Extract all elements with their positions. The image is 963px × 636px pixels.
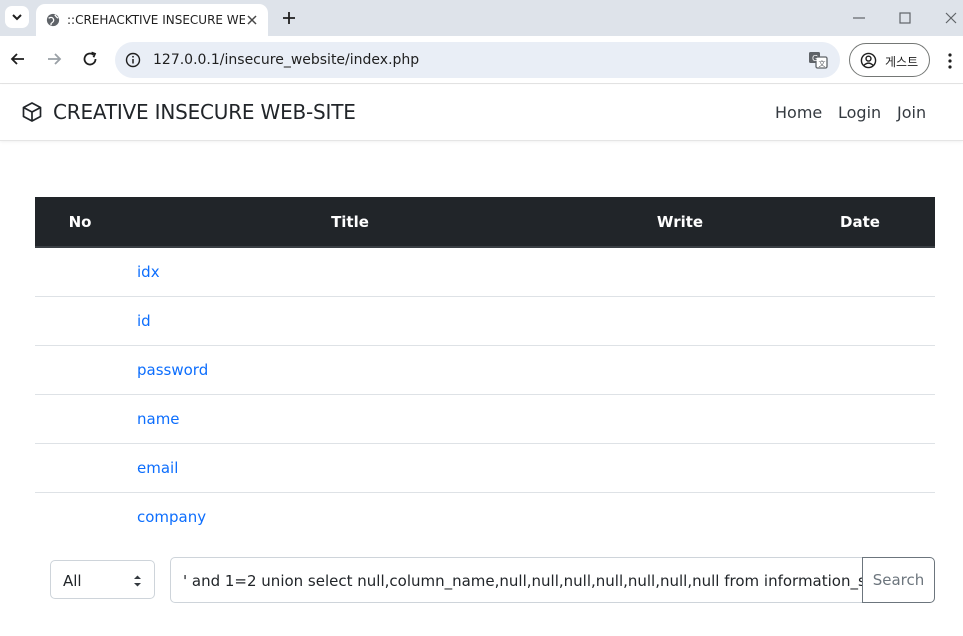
browser-toolbar: 127.0.0.1/insecure_website/index.php G文 … — [0, 36, 963, 84]
cell-date — [785, 492, 935, 541]
back-arrow-icon[interactable] — [9, 50, 27, 68]
table-row: company — [35, 492, 935, 541]
cell-write — [575, 443, 785, 493]
address-bar[interactable]: 127.0.0.1/insecure_website/index.php G文 — [115, 42, 840, 78]
cell-date — [785, 345, 935, 395]
globe-icon — [46, 13, 60, 27]
close-icon[interactable] — [244, 12, 260, 28]
post-title-link[interactable]: company — [137, 508, 206, 526]
more-menu-icon[interactable] — [946, 52, 954, 70]
browser-tab-active[interactable]: ::CREHACKTIVE INSECURE WEB — [36, 4, 268, 36]
search-category-select[interactable]: All — [50, 560, 155, 599]
site-info-icon[interactable] — [125, 52, 141, 68]
column-header-title: Title — [125, 197, 575, 248]
post-title-link[interactable]: email — [137, 459, 178, 477]
post-title-link[interactable]: password — [137, 361, 208, 379]
cell-no — [35, 247, 125, 297]
post-title-link[interactable]: idx — [137, 263, 160, 281]
nav-home-link[interactable]: Home — [775, 103, 822, 122]
table-row: id — [35, 296, 935, 346]
cell-write — [575, 296, 785, 346]
plus-icon[interactable] — [279, 8, 299, 28]
site-brand[interactable]: CREATIVE INSECURE WEB-SITE — [53, 100, 356, 124]
nav-login-link[interactable]: Login — [838, 103, 881, 122]
cell-title: idx — [125, 247, 575, 297]
column-header-write: Write — [575, 197, 785, 248]
svg-text:G: G — [812, 54, 818, 63]
chevron-down-icon — [12, 14, 22, 21]
cell-title: password — [125, 345, 575, 395]
cell-no — [35, 296, 125, 346]
tab-title: ::CREHACKTIVE INSECURE WEB — [67, 13, 245, 27]
maximize-icon[interactable] — [897, 10, 913, 26]
table-row: email — [35, 443, 935, 493]
site-navbar: CREATIVE INSECURE WEB-SITE Home Login Jo… — [0, 85, 963, 141]
table-row: idx — [35, 247, 935, 297]
select-arrows-icon — [134, 575, 141, 587]
tab-search-button[interactable] — [5, 6, 29, 28]
svg-text:文: 文 — [819, 59, 826, 68]
box-icon — [22, 102, 42, 122]
cell-title: id — [125, 296, 575, 346]
translate-icon[interactable]: G文 — [808, 50, 828, 70]
post-title-link[interactable]: name — [137, 410, 180, 428]
cell-title: company — [125, 492, 575, 541]
cell-date — [785, 296, 935, 346]
table-row: name — [35, 394, 935, 444]
window-close-icon[interactable] — [943, 10, 959, 26]
cell-write — [575, 345, 785, 395]
column-header-date: Date — [785, 197, 935, 248]
minimize-icon[interactable] — [851, 10, 867, 26]
cell-write — [575, 247, 785, 297]
cell-write — [575, 394, 785, 444]
cell-date — [785, 394, 935, 444]
cell-no — [35, 394, 125, 444]
cell-no — [35, 492, 125, 541]
cell-write — [575, 492, 785, 541]
post-title-link[interactable]: id — [137, 312, 151, 330]
search-input-value: ' and 1=2 union select null,column_name,… — [183, 572, 863, 590]
board-table: No Title Write Date idx id password name — [35, 197, 935, 541]
browser-tab-bar: ::CREHACKTIVE INSECURE WEB — [0, 0, 963, 36]
forward-arrow-icon[interactable] — [45, 50, 63, 68]
profile-button[interactable]: 게스트 — [849, 43, 930, 77]
search-input[interactable]: ' and 1=2 union select null,column_name,… — [170, 557, 863, 603]
cell-no — [35, 345, 125, 395]
cell-no — [35, 443, 125, 493]
column-header-no: No — [35, 197, 125, 248]
account-icon — [860, 52, 877, 69]
table-header-row: No Title Write Date — [35, 197, 935, 248]
url-text: 127.0.0.1/insecure_website/index.php — [153, 52, 420, 68]
nav-join-link[interactable]: Join — [897, 103, 926, 122]
search-button[interactable]: Search — [862, 557, 935, 603]
cell-title: email — [125, 443, 575, 493]
select-value: All — [63, 572, 82, 590]
cell-title: name — [125, 394, 575, 444]
profile-label: 게스트 — [885, 55, 919, 69]
cell-date — [785, 443, 935, 493]
table-row: password — [35, 345, 935, 395]
cell-date — [785, 247, 935, 297]
reload-icon[interactable] — [81, 50, 99, 68]
